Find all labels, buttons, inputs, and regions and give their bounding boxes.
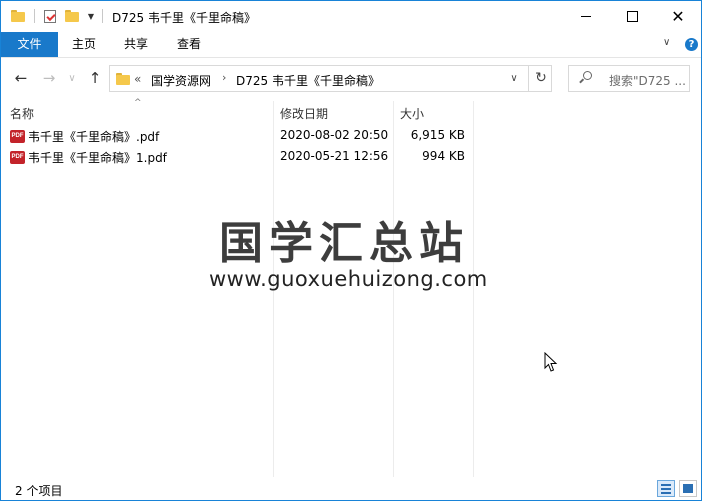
ribbon-expand-icon[interactable]: ∨ — [663, 37, 670, 48]
tab-share[interactable]: 共享 — [113, 32, 159, 57]
breadcrumb-overflow[interactable]: « — [134, 72, 141, 86]
file-date: 2020-08-02 20:50 — [280, 128, 389, 142]
back-button[interactable]: ← — [11, 68, 31, 88]
breadcrumb-separator[interactable]: › — [222, 71, 226, 84]
search-input[interactable]: 搜索"D725 ... — [568, 65, 690, 92]
new-folder-icon[interactable] — [63, 7, 81, 25]
tab-home[interactable]: 主页 — [61, 32, 107, 57]
window-title: D725 韦千里《千里命稿》 — [112, 11, 256, 25]
address-bar[interactable]: « 国学资源网 › D725 韦千里《千里命稿》 ∨ ↻ — [109, 65, 552, 92]
minimize-button[interactable] — [563, 1, 609, 32]
column-header-name[interactable]: 名称 — [10, 105, 34, 122]
status-bar: 2 个项目 — [1, 478, 701, 500]
details-view-button[interactable] — [657, 480, 675, 497]
customize-toolbar-dropdown-icon[interactable]: ▼ — [85, 7, 97, 25]
tab-view[interactable]: 查看 — [166, 32, 212, 57]
file-name: 韦千里《千里命稿》.pdf — [28, 130, 160, 144]
search-icon — [583, 71, 592, 80]
file-date: 2020-05-21 12:56 — [280, 149, 389, 163]
file-row[interactable]: PDF 韦千里《千里命稿》.pdf 2020-08-02 20:50 6,915… — [7, 126, 473, 146]
ribbon: 文件 主页 共享 查看 ∨ ? — [1, 32, 701, 58]
pdf-file-icon: PDF — [10, 130, 25, 143]
column-header-size[interactable]: 大小 — [400, 105, 424, 122]
address-dropdown-icon[interactable]: ∨ — [504, 70, 524, 87]
toolbar-separator — [34, 9, 35, 23]
watermark-chinese: 国学汇总站 — [219, 218, 469, 269]
column-header-date[interactable]: 修改日期 — [280, 105, 328, 122]
maximize-button[interactable] — [609, 1, 655, 32]
close-icon: ✕ — [671, 6, 685, 26]
sort-ascending-icon: ^ — [134, 98, 142, 108]
item-count: 2 个项目 — [15, 484, 63, 498]
help-icon[interactable]: ? — [685, 38, 698, 51]
breadcrumb-item[interactable]: 国学资源网 — [151, 72, 211, 89]
folder-icon[interactable] — [9, 7, 27, 25]
large-icons-view-button[interactable] — [679, 480, 697, 497]
tab-file[interactable]: 文件 — [1, 32, 58, 57]
maximize-icon — [626, 11, 638, 22]
title-bar: ▼ D725 韦千里《千里命稿》 ✕ — [1, 1, 701, 32]
pdf-file-icon: PDF — [10, 151, 25, 164]
mouse-cursor-icon — [544, 352, 558, 372]
close-button[interactable]: ✕ — [655, 1, 701, 32]
refresh-button[interactable]: ↻ — [528, 66, 553, 91]
file-size: 6,915 KB — [410, 128, 465, 142]
toolbar-separator — [102, 9, 103, 23]
search-placeholder: 搜索"D725 ... — [609, 74, 686, 88]
recent-locations-button[interactable]: ∨ — [65, 68, 79, 88]
folder-icon — [116, 73, 130, 85]
file-size: 994 KB — [422, 149, 465, 163]
up-button[interactable]: ↑ — [85, 68, 105, 88]
navigation-bar: ← → ∨ ↑ « 国学资源网 › D725 韦千里《千里命稿》 ∨ ↻ 搜索"… — [1, 58, 701, 100]
properties-icon[interactable] — [41, 7, 59, 25]
forward-button[interactable]: → — [39, 68, 59, 88]
explorer-window: ▼ D725 韦千里《千里命稿》 ✕ 文件 主页 共享 查看 ∨ ? ← → ∨… — [0, 0, 702, 501]
watermark-url: www.guoxuehuizong.com — [209, 267, 488, 291]
file-name: 韦千里《千里命稿》1.pdf — [28, 151, 167, 165]
file-row[interactable]: PDF 韦千里《千里命稿》1.pdf 2020-05-21 12:56 994 … — [7, 147, 473, 167]
minimize-icon — [581, 16, 591, 17]
breadcrumb-item[interactable]: D725 韦千里《千里命稿》 — [236, 72, 380, 89]
